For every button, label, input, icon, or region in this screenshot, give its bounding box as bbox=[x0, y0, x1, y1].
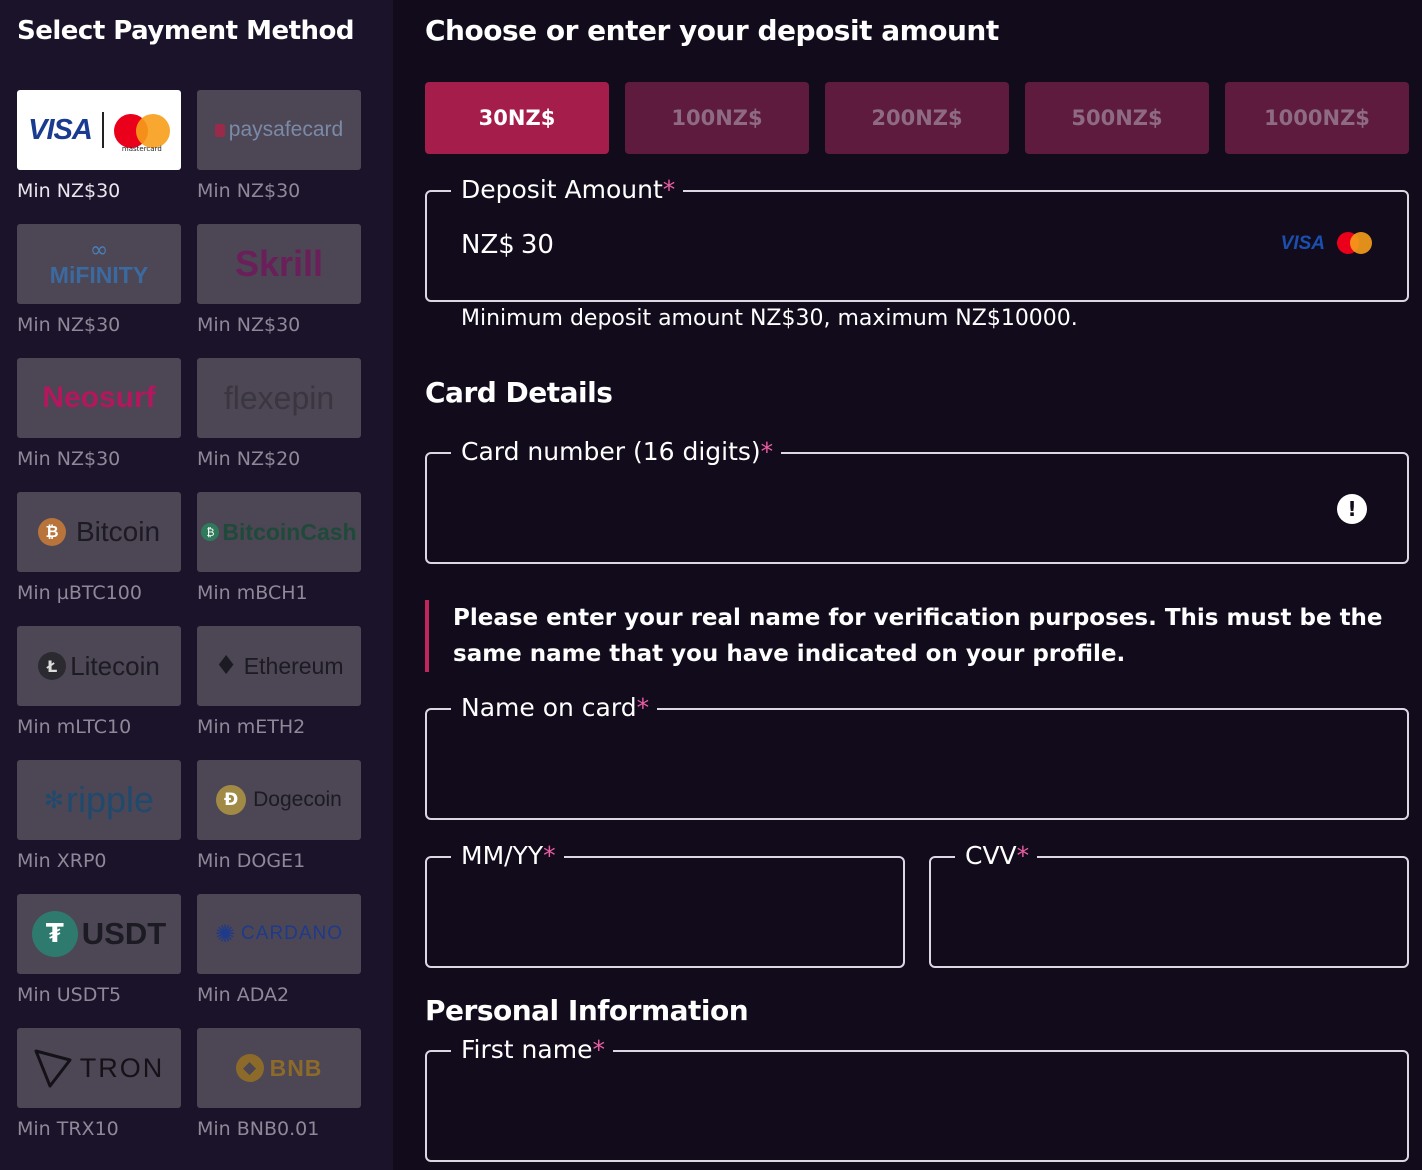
payment-method-min: Min ADA2 bbox=[197, 984, 290, 1006]
expiry-field[interactable]: MM/YY* bbox=[425, 839, 905, 968]
payment-method-bitcoin[interactable]: ₿ Bitcoin bbox=[17, 492, 181, 572]
payment-method-flexepin[interactable]: flexepin bbox=[197, 358, 361, 438]
cardano-logo: ✺ CARDANO bbox=[214, 920, 344, 948]
deposit-amount-label: Deposit Amount* bbox=[451, 173, 684, 207]
tron-icon bbox=[34, 1049, 72, 1088]
payment-method-min: Min NZ$30 bbox=[17, 180, 121, 202]
deposit-form: Choose or enter your deposit amount 30NZ… bbox=[393, 0, 1422, 1170]
payment-method-min: Min µBTC100 bbox=[17, 582, 142, 604]
tether-icon: ₮ bbox=[31, 911, 78, 957]
card-number-field[interactable]: Card number (16 digits)* ! bbox=[425, 435, 1409, 564]
sidebar-title: Select Payment Method bbox=[17, 16, 354, 46]
litecoin-icon: Ł bbox=[38, 652, 67, 680]
deposit-amount-field[interactable]: Deposit Amount* NZ$ 30 VISA bbox=[425, 173, 1409, 302]
payment-method-mifinity[interactable]: ∞ MiFINITY bbox=[17, 224, 181, 304]
ethereum-logo: ♦ Ethereum bbox=[214, 651, 344, 681]
payment-method-min: Min XRP0 bbox=[17, 850, 107, 872]
payment-method-skrill[interactable]: Skrill bbox=[197, 224, 361, 304]
amount-button-1000[interactable]: 1000NZ$ bbox=[1225, 82, 1409, 154]
payment-method-min: Min USDT5 bbox=[17, 984, 122, 1006]
first-name-label: First name* bbox=[451, 1033, 613, 1067]
ripple-logo: ✻ ripple bbox=[43, 779, 155, 820]
payment-method-sidebar: Select Payment Method VISA mastercard Mi… bbox=[0, 0, 393, 1170]
deposit-heading: Choose or enter your deposit amount bbox=[425, 14, 999, 47]
payment-method-tron[interactable]: TRON bbox=[17, 1028, 181, 1108]
payment-method-min: Min BNB0.01 bbox=[197, 1118, 320, 1140]
payment-method-ripple[interactable]: ✻ ripple bbox=[17, 760, 181, 840]
tron-logo: TRON bbox=[17, 1028, 181, 1108]
visa-mastercard-logo: VISA mastercard bbox=[17, 90, 181, 170]
skrill-logo: Skrill bbox=[234, 243, 324, 284]
cvv-label: CVV* bbox=[955, 839, 1038, 873]
mastercard-icon bbox=[1337, 232, 1373, 256]
dogecoin-logo: Ð Dogecoin bbox=[197, 760, 361, 840]
deposit-helper-text: Minimum deposit amount NZ$30, maximum NZ… bbox=[461, 306, 1078, 331]
payment-method-cardano[interactable]: ✺ CARDANO bbox=[197, 894, 361, 974]
paysafecard-logo: paysafecard bbox=[197, 90, 361, 170]
payment-method-paysafecard[interactable]: paysafecard bbox=[197, 90, 361, 170]
bnb-logo: ◆ BNB bbox=[197, 1028, 361, 1108]
payment-method-dogecoin[interactable]: Ð Dogecoin bbox=[197, 760, 361, 840]
mifinity-logo: ∞ MiFINITY bbox=[49, 237, 149, 288]
payment-method-min: Min NZ$30 bbox=[197, 180, 301, 202]
flexepin-logo: flexepin bbox=[223, 379, 335, 416]
usdt-logo: ₮ USDT bbox=[17, 894, 181, 974]
bitcoincash-icon: ₿ bbox=[201, 523, 220, 541]
payment-method-min: Min NZ$30 bbox=[17, 314, 121, 336]
bnb-icon: ◆ bbox=[235, 1054, 264, 1082]
bitcoin-icon: ₿ bbox=[37, 518, 66, 546]
payment-method-min: Min mETH2 bbox=[197, 716, 306, 738]
expiry-label: MM/YY* bbox=[451, 839, 564, 873]
ethereum-icon: ♦ bbox=[214, 651, 238, 681]
dogecoin-icon: Ð bbox=[216, 785, 247, 815]
payment-method-min: Min NZ$30 bbox=[17, 448, 121, 470]
cardano-icon: ✺ bbox=[214, 920, 236, 948]
payment-method-min: Min NZ$30 bbox=[197, 314, 301, 336]
payment-method-min: Min NZ$20 bbox=[197, 448, 301, 470]
amount-button-200[interactable]: 200NZ$ bbox=[825, 82, 1009, 154]
payment-method-neosurf[interactable]: Neosurf bbox=[17, 358, 181, 438]
payment-method-min: Min TRX10 bbox=[17, 1118, 119, 1140]
accepted-cards: VISA bbox=[1281, 232, 1373, 256]
card-number-label: Card number (16 digits)* bbox=[451, 435, 782, 469]
bitcoin-logo: ₿ Bitcoin bbox=[17, 492, 181, 572]
verification-notice: Please enter your real name for verifica… bbox=[425, 600, 1405, 672]
payment-method-min: Min mBCH1 bbox=[197, 582, 308, 604]
litecoin-logo: Ł Litecoin bbox=[17, 626, 181, 706]
amount-button-500[interactable]: 500NZ$ bbox=[1025, 82, 1209, 154]
payment-method-usdt[interactable]: ₮ USDT bbox=[17, 894, 181, 974]
payment-method-visa-mastercard[interactable]: VISA mastercard bbox=[17, 90, 181, 170]
payment-method-min: Min mLTC10 bbox=[17, 716, 132, 738]
payment-method-bitcoincash[interactable]: ₿ BitcoinCash bbox=[197, 492, 361, 572]
name-on-card-field[interactable]: Name on card* bbox=[425, 691, 1409, 820]
name-on-card-label: Name on card* bbox=[451, 691, 658, 725]
cvv-field[interactable]: CVV* bbox=[929, 839, 1409, 968]
ripple-icon: ✻ bbox=[43, 786, 65, 814]
payment-method-bnb[interactable]: ◆ BNB bbox=[197, 1028, 361, 1108]
personal-info-heading: Personal Information bbox=[425, 994, 749, 1027]
deposit-amount-value: NZ$ 30 bbox=[461, 230, 554, 260]
bitcoincash-logo: ₿ BitcoinCash bbox=[197, 492, 361, 572]
visa-icon: VISA bbox=[1280, 233, 1325, 254]
neosurf-logo: Neosurf bbox=[42, 381, 156, 414]
first-name-field[interactable]: First name* bbox=[425, 1033, 1409, 1162]
payment-method-min: Min DOGE1 bbox=[197, 850, 306, 872]
amount-button-30[interactable]: 30NZ$ bbox=[425, 82, 609, 154]
payment-method-litecoin[interactable]: Ł Litecoin bbox=[17, 626, 181, 706]
card-details-heading: Card Details bbox=[425, 376, 613, 409]
amount-button-100[interactable]: 100NZ$ bbox=[625, 82, 809, 154]
payment-method-ethereum[interactable]: ♦ Ethereum bbox=[197, 626, 361, 706]
error-icon: ! bbox=[1337, 494, 1367, 524]
